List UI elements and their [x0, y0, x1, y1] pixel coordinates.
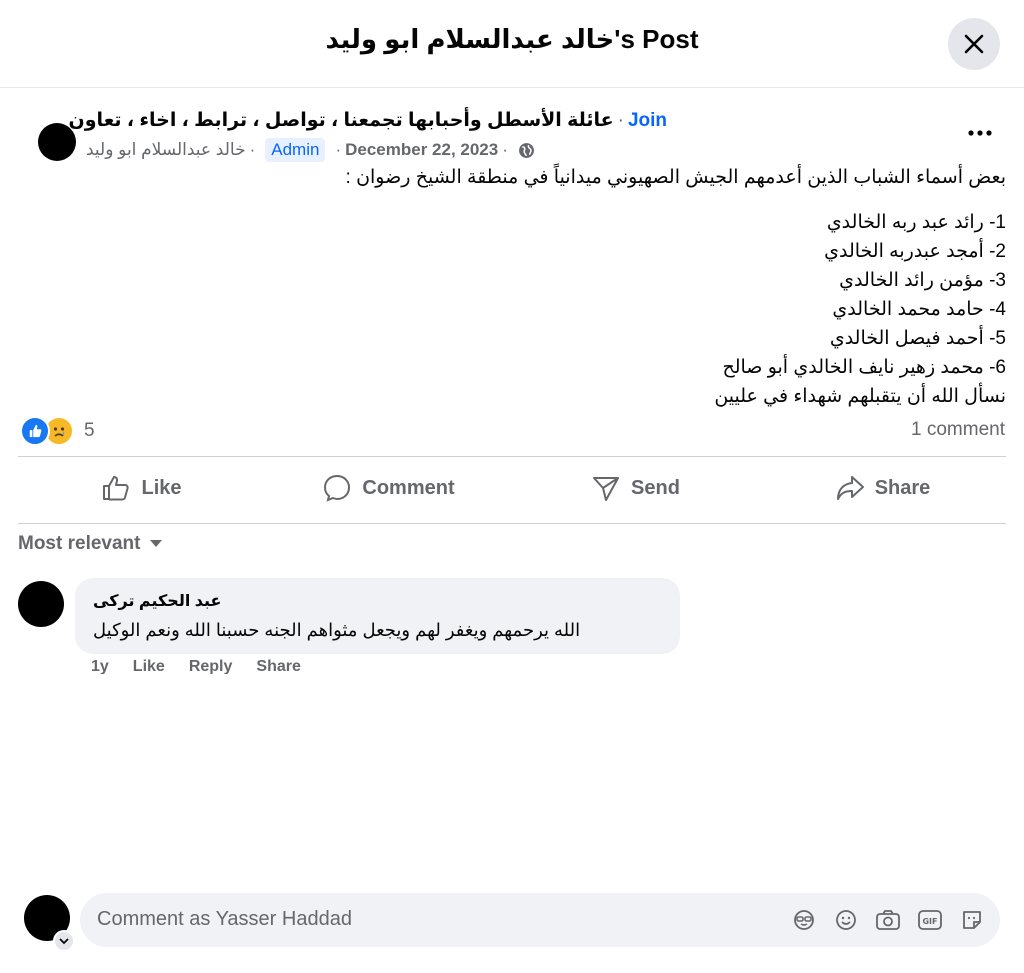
comment-share-button[interactable]: Share [256, 658, 300, 674]
admin-badge: Admin [265, 138, 326, 162]
send-label: Send [631, 476, 680, 499]
comment-actions: 1y Like Reply Share [91, 658, 301, 674]
comment-count-link[interactable]: 1 comment [911, 419, 1005, 441]
comment-bubble: عبد الحكيم تركى الله يرحمهم ويغفر لهم وي… [75, 578, 680, 654]
name-item: 1- رائد عبد ربه الخالدي [826, 212, 1006, 233]
name-item: 2- أمجد عبدربه الخالدي [824, 241, 1006, 262]
emoji-icon[interactable] [832, 906, 860, 934]
dialog-title: خالد عبدالسلام ابو وليد's Post [325, 24, 699, 54]
send-icon [593, 477, 620, 501]
post-meta: خالد عبدالسلام ابو وليد · Admin · Decemb… [86, 138, 535, 162]
post-intro: بعض أسماء الشباب الذين أعدمهم الجيش الصه… [345, 167, 1006, 188]
comment-time[interactable]: 1y [91, 658, 109, 674]
more-horizontal-icon [968, 130, 992, 136]
comment-sort-dropdown[interactable]: Most relevant [18, 533, 163, 555]
like-button[interactable]: Like [18, 458, 265, 518]
comment-bubble-icon [324, 474, 351, 502]
divider [18, 456, 1006, 457]
commenter-avatar[interactable] [18, 581, 64, 627]
share-arrow-icon [836, 476, 864, 500]
close-button[interactable] [948, 18, 1000, 70]
sticker-icon[interactable] [958, 906, 986, 934]
post-group-line: عائلة الأسطل وأحبابها تجمعنا ، تواصل ، ت… [68, 110, 667, 131]
composer-tools: GIF [790, 906, 986, 934]
author-link[interactable]: خالد عبدالسلام ابو وليد [86, 140, 246, 160]
comment-reply-button[interactable]: Reply [189, 658, 233, 674]
post-text: بعض أسماء الشباب الذين أعدمهم الجيش الصه… [186, 163, 1006, 411]
reaction-count: 5 [84, 420, 95, 441]
send-button[interactable]: Send [512, 458, 759, 518]
close-icon [964, 34, 984, 54]
like-label: Like [141, 476, 182, 499]
name-item: 6- محمد زهير نايف الخالدي أبو صالح [722, 357, 1006, 378]
join-link[interactable]: Join [628, 110, 667, 131]
chevron-down-icon[interactable] [53, 930, 75, 952]
comment-label: Comment [362, 476, 455, 499]
thumbs-up-icon [103, 476, 130, 501]
gif-icon[interactable]: GIF [916, 906, 944, 934]
post-closing: نسأل الله أن يتقبلهم شهداء في عليين [714, 386, 1006, 407]
divider [18, 523, 1006, 524]
group-name-link[interactable]: عائلة الأسطل وأحبابها تجمعنا ، تواصل ، ت… [69, 110, 614, 131]
like-reaction-icon [20, 416, 50, 446]
comment-text: الله يرحمهم ويغفر لهم ويجعل مثواهم الجنه… [93, 620, 581, 640]
camera-icon[interactable] [874, 906, 902, 934]
comment-input[interactable]: Comment as Yasser Haddad [97, 908, 352, 931]
post-date-link[interactable]: December 22, 2023 [345, 140, 498, 160]
name-item: 4- حامد محمد الخالدي [832, 299, 1006, 320]
name-item: 5- أحمد فيصل الخالدي [829, 328, 1006, 349]
comment-button[interactable]: Comment [265, 458, 512, 518]
commenter-name[interactable]: عبد الحكيم تركى [93, 591, 221, 611]
globe-icon [518, 142, 535, 159]
share-button[interactable]: Share [759, 458, 1006, 518]
reactions-summary[interactable]: 5 [20, 416, 95, 446]
svg-text:GIF: GIF [922, 917, 937, 926]
sort-label: Most relevant [18, 533, 141, 554]
comment-composer[interactable]: Comment as Yasser Haddad GIF [80, 893, 1000, 947]
share-label: Share [874, 476, 931, 499]
dialog-header: خالد عبدالسلام ابو وليد's Post [0, 0, 1024, 88]
post-actions: Like Comment Send Share [18, 458, 1006, 518]
comment-like-button[interactable]: Like [133, 658, 165, 674]
caret-down-icon [150, 540, 163, 547]
name-item: 3- مؤمن رائد الخالدي [839, 270, 1006, 291]
avatar-sticker-icon[interactable] [790, 906, 818, 934]
more-options-button[interactable] [962, 121, 998, 145]
